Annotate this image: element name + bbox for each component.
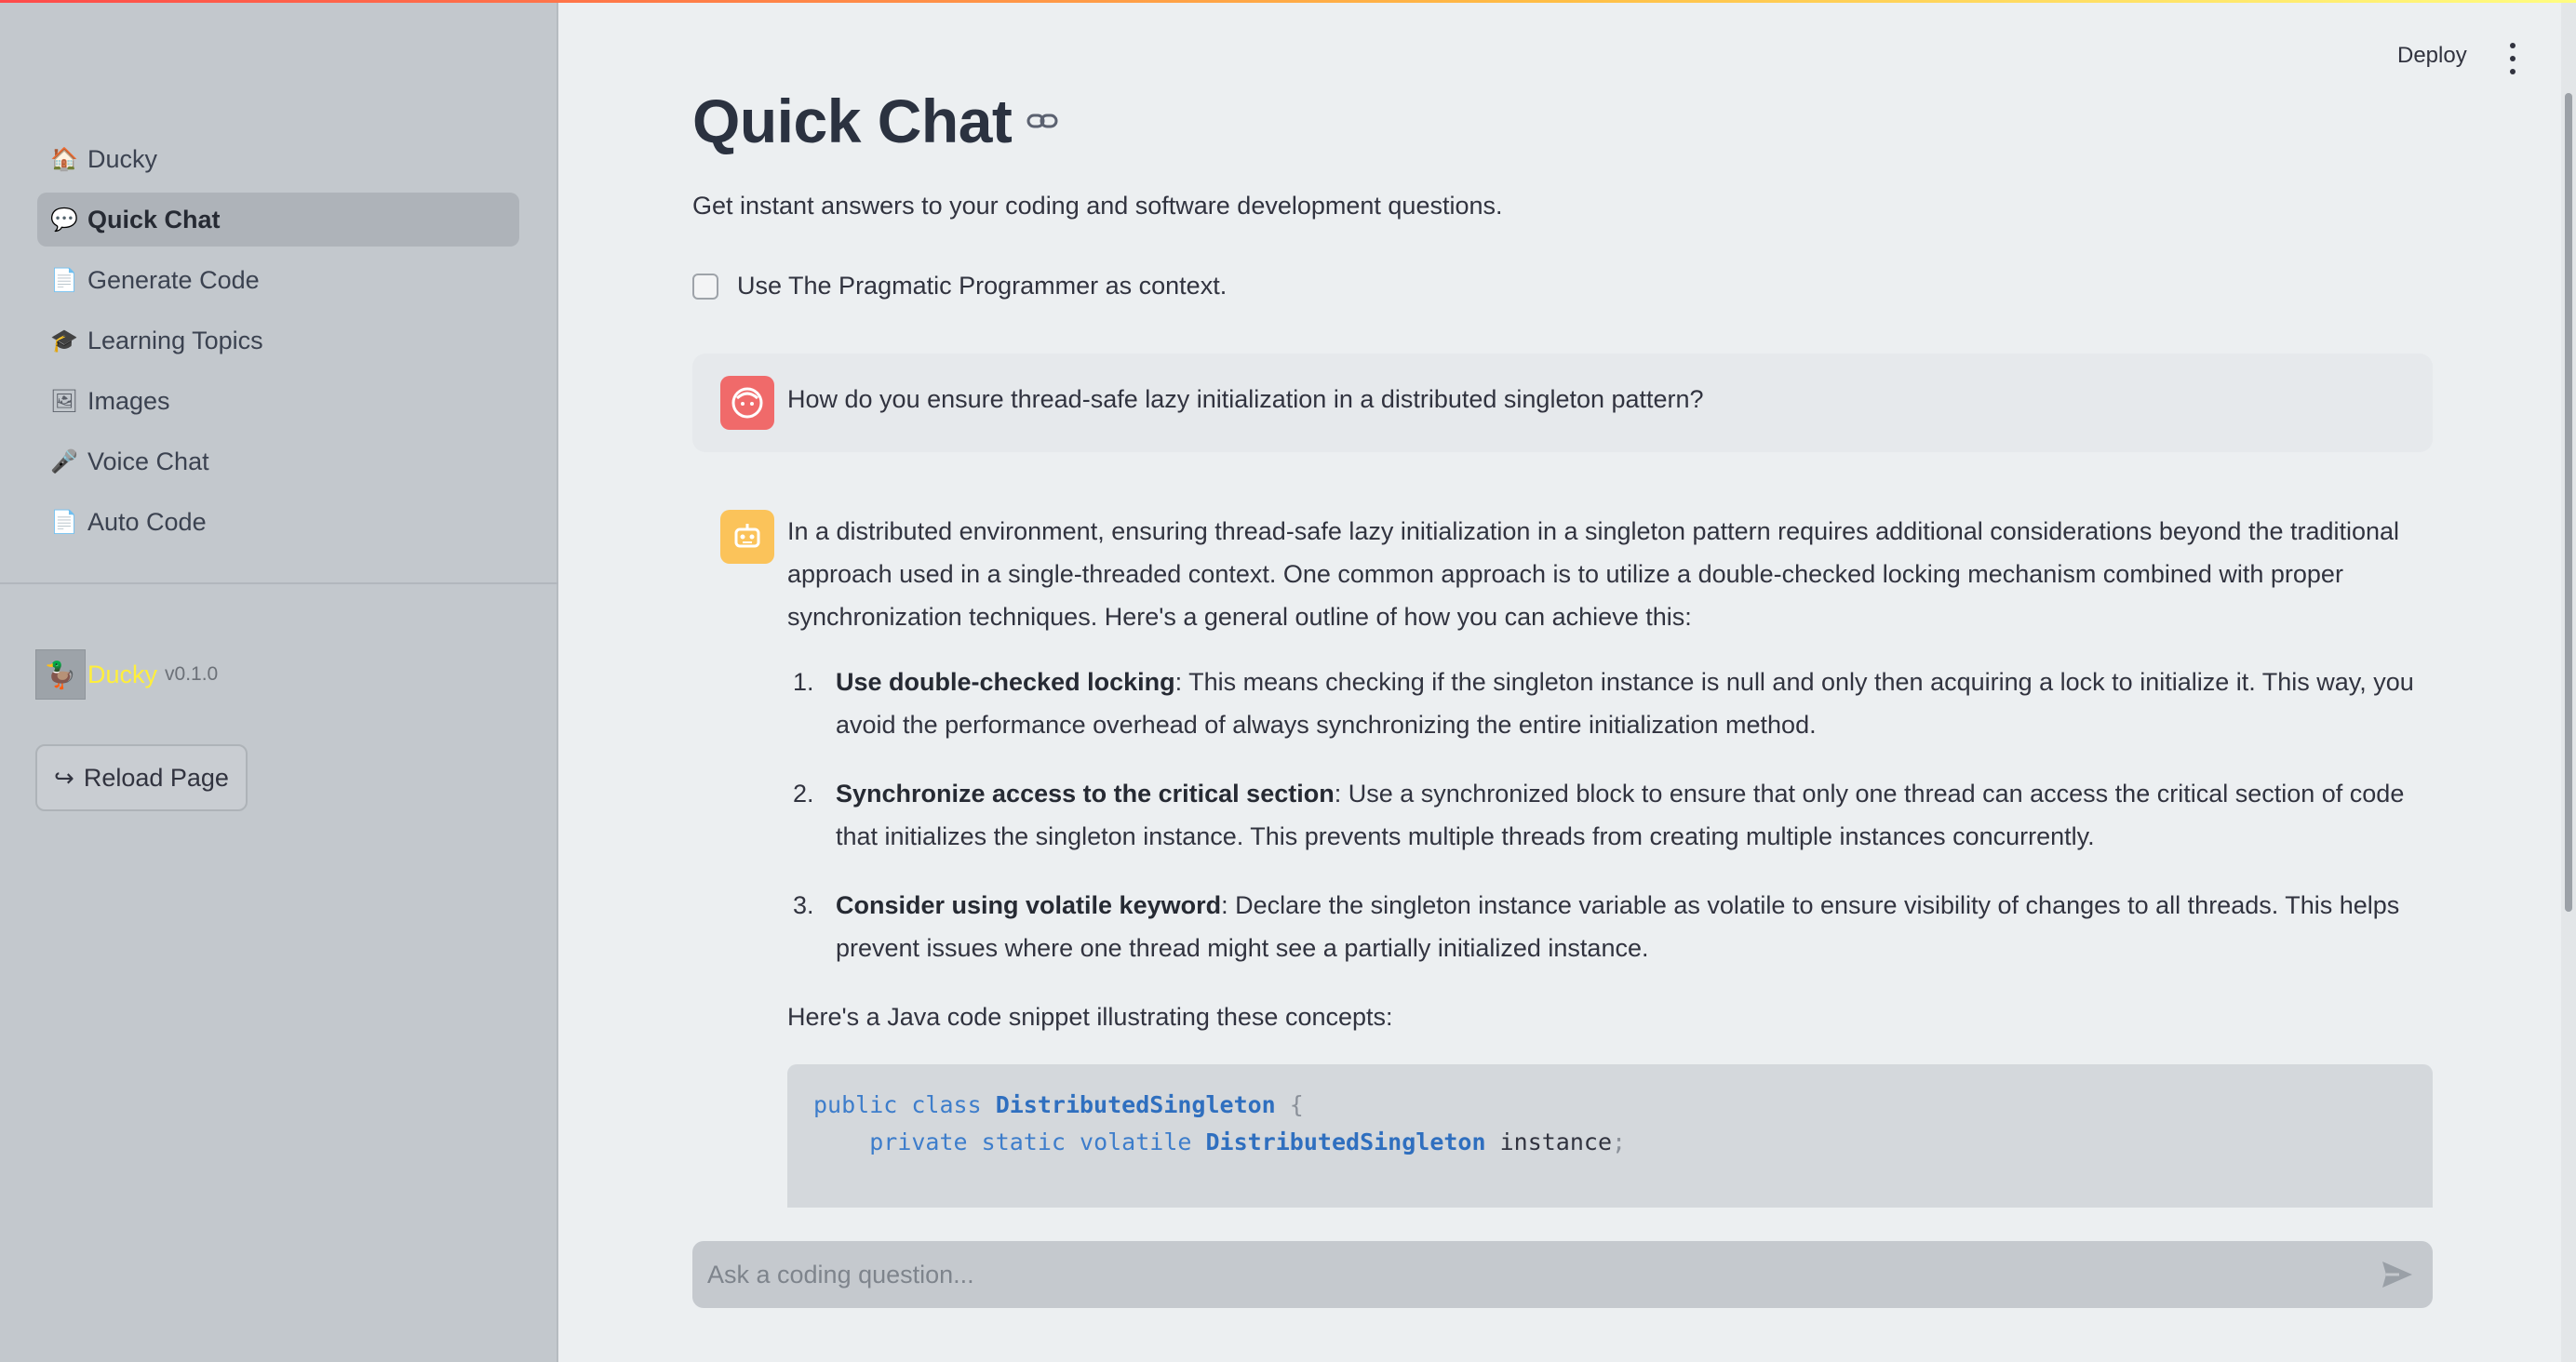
main-menu-kebab-icon[interactable]: [2503, 43, 2522, 74]
reload-page-button[interactable]: ↪ Reload Page: [35, 744, 248, 811]
sidebar-item-learning-topics[interactable]: 🎓 Learning Topics: [37, 314, 519, 367]
anchor-link-icon[interactable]: [1026, 112, 1058, 130]
list-item: 2. Synchronize access to the critical se…: [787, 772, 2433, 858]
sidebar: 🏠 Ducky 💬 Quick Chat 📄 Generate Code 🎓 L…: [0, 0, 558, 1362]
list-number: 1.: [793, 668, 814, 696]
code-token: private: [869, 1128, 968, 1155]
point-title: Consider using volatile keyword: [836, 891, 1222, 919]
context-checkbox-row[interactable]: Use The Pragmatic Programmer as context.: [692, 272, 1227, 300]
sidebar-item-label: Images: [87, 386, 170, 415]
code-token: public: [813, 1091, 898, 1118]
page-subtitle: Get instant answers to your coding and s…: [692, 192, 1503, 220]
list-item: 3. Consider using volatile keyword: Decl…: [787, 884, 2433, 969]
code-token: DistributedSingleton: [1205, 1128, 1486, 1155]
assistant-points-list: 1. Use double-checked locking: This mean…: [787, 661, 2433, 969]
context-checkbox[interactable]: [692, 273, 718, 300]
page-header: Quick Chat: [692, 86, 1058, 156]
list-number: 3.: [793, 891, 814, 919]
speech-bubble-icon: 💬: [50, 207, 78, 233]
code-token: static: [981, 1128, 1066, 1155]
scrollbar-thumb[interactable]: [2565, 93, 2572, 912]
sidebar-item-quick-chat[interactable]: 💬 Quick Chat: [37, 193, 519, 247]
assistant-avatar-icon: [720, 510, 774, 564]
assistant-intro: In a distributed environment, ensuring t…: [787, 517, 2400, 631]
graduation-cap-icon: 🎓: [50, 327, 78, 354]
list-number: 2.: [793, 780, 814, 808]
main-content: Quick Chat Get instant answers to your c…: [692, 0, 2435, 1362]
microphone-icon: 🎤: [50, 448, 78, 474]
brand: 🦆 Ducky v0.1.0: [35, 649, 218, 700]
code-intro: Here's a Java code snippet illustrating …: [787, 1003, 1393, 1031]
assistant-message-body: In a distributed environment, ensuring t…: [787, 510, 2433, 1208]
send-icon[interactable]: [2381, 1260, 2414, 1289]
code-token: {: [1289, 1091, 1304, 1118]
chat-input-container: [692, 1241, 2433, 1308]
sidebar-item-ducky[interactable]: 🏠 Ducky: [37, 132, 519, 186]
document-icon: 📄: [50, 267, 78, 293]
sidebar-item-label: Ducky: [87, 144, 158, 173]
document-icon: 📄: [50, 509, 78, 535]
sidebar-item-generate-code[interactable]: 📄 Generate Code: [37, 253, 519, 307]
sidebar-item-label: Quick Chat: [87, 205, 221, 234]
code-block: public class DistributedSingleton { priv…: [787, 1064, 2433, 1208]
point-title: Use double-checked locking: [836, 668, 1175, 696]
code-token: DistributedSingleton: [995, 1091, 1276, 1118]
sidebar-item-label: Auto Code: [87, 507, 207, 536]
user-message: How do you ensure thread-safe lazy initi…: [692, 354, 2433, 452]
page-title: Quick Chat: [692, 87, 1013, 155]
code-token: volatile: [1080, 1128, 1192, 1155]
sidebar-item-label: Voice Chat: [87, 447, 209, 475]
sidebar-nav: 🏠 Ducky 💬 Quick Chat 📄 Generate Code 🎓 L…: [37, 132, 519, 555]
context-checkbox-label: Use The Pragmatic Programmer as context.: [737, 272, 1228, 300]
sidebar-divider: [0, 582, 558, 584]
top-decoration-bar: [0, 0, 2576, 3]
reload-arrow-icon: ↪: [54, 763, 74, 792]
sidebar-item-auto-code[interactable]: 📄 Auto Code: [37, 495, 519, 549]
code-token: instance: [1499, 1128, 1613, 1155]
duck-logo-icon: 🦆: [35, 649, 86, 700]
picture-icon: 🖼: [49, 388, 79, 414]
code-token: ;: [1612, 1128, 1627, 1155]
sidebar-item-label: Learning Topics: [87, 326, 263, 354]
house-icon: 🏠: [50, 146, 78, 172]
list-item: 1. Use double-checked locking: This mean…: [787, 661, 2433, 746]
sidebar-item-voice-chat[interactable]: 🎤 Voice Chat: [37, 434, 519, 488]
reload-page-label: Reload Page: [83, 763, 229, 792]
user-avatar-icon: [720, 376, 774, 430]
user-message-text: How do you ensure thread-safe lazy initi…: [787, 385, 1704, 413]
sidebar-item-label: Generate Code: [87, 265, 260, 294]
sidebar-item-images[interactable]: 🖼 Images: [37, 374, 519, 428]
chat-input[interactable]: [692, 1241, 2358, 1308]
code-token: class: [911, 1091, 982, 1118]
brand-name: Ducky: [87, 660, 158, 688]
point-title: Synchronize access to the critical secti…: [836, 780, 1335, 808]
brand-version: v0.1.0: [165, 663, 219, 685]
